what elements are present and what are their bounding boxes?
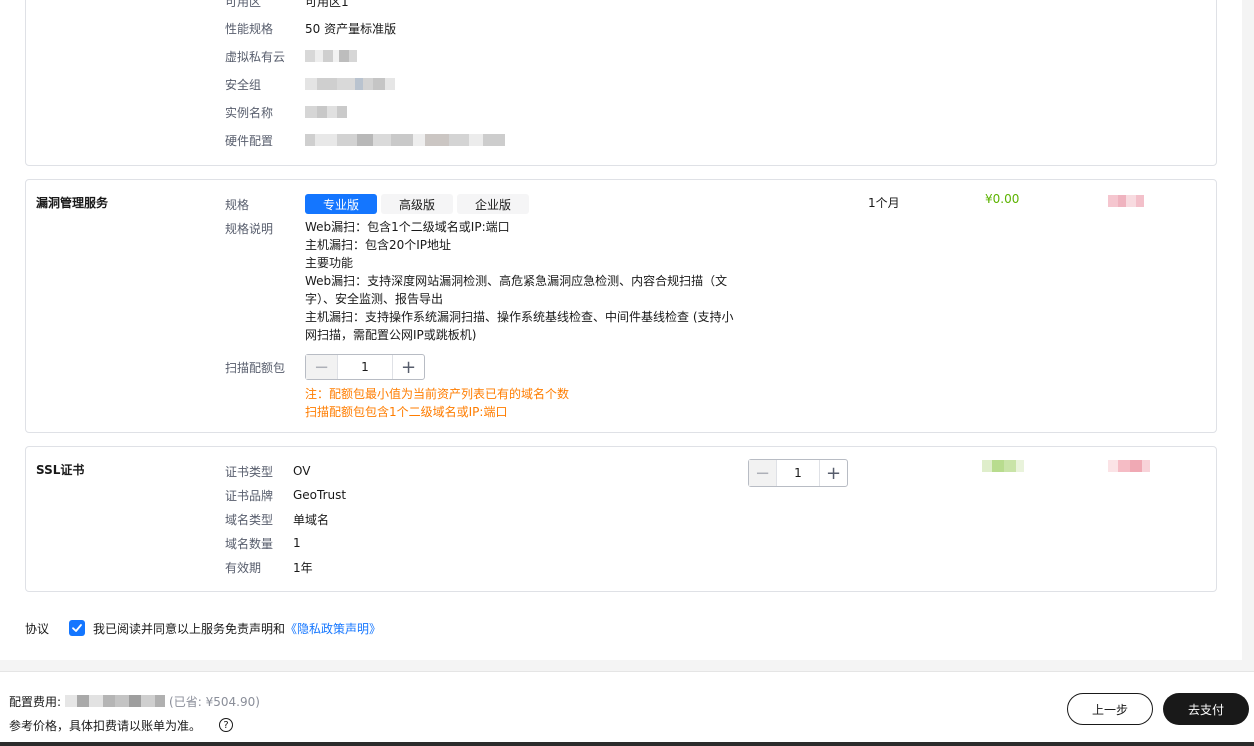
performance-spec-label: 性能规格 (225, 21, 274, 36)
row-zone: 可用区 可用区1 (225, 0, 349, 11)
row-vpc: 虚拟私有云 (225, 46, 357, 66)
zone-label: 可用区 (225, 0, 262, 9)
quota-increment-button[interactable]: + (392, 355, 424, 379)
desc-line: 字）、安全监测、报告导出 (305, 292, 444, 306)
row-instance-name: 实例名称 (225, 102, 347, 122)
agreement-label: 协议 (25, 621, 50, 636)
spec-description: Web漏扫：包含1个二级域名或IP:端口 主机漏扫：包含20个IP地址 主要功能… (305, 218, 745, 344)
vpc-label: 虚拟私有云 (225, 49, 286, 64)
quota-note-min: 注：配额包最小值为当前资产列表已有的域名个数 (305, 387, 570, 401)
ssl-decrement-button[interactable]: − (749, 460, 777, 486)
instance-name-label: 实例名称 (225, 105, 274, 120)
cert-brand-value: GeoTrust (293, 488, 347, 502)
ref-row: 参考价格，具体扣费请以账单为准。 ? (9, 716, 234, 734)
ssl-card-title: SSL证书 (36, 463, 85, 477)
desc-line: 主机漏扫：支持操作系统漏洞扫描、操作系统基线检查、中间件基线检查 (支持小 (305, 310, 734, 324)
vpc-value-blurred (305, 49, 357, 63)
cert-type-label: 证书类型 (225, 464, 274, 479)
domain-count-label: 域名数量 (225, 536, 274, 551)
vuln-management-card: 漏洞管理服务 规格 专业版 高级版 企业版 规格说明 Web漏扫：包含1个二级域… (25, 179, 1217, 433)
vuln-price: ¥0.00 (985, 192, 1020, 206)
desc-line: Web漏扫：包含1个二级域名或IP:端口 (305, 220, 510, 234)
performance-spec-value: 50 资产量标准版 (305, 21, 397, 36)
spec-label: 规格 (225, 197, 250, 212)
ssl-quantity-value[interactable]: 1 (777, 466, 819, 480)
vuln-amount-blurred (1108, 194, 1144, 208)
row-domain-type: 域名类型 单域名 (225, 509, 329, 529)
fee-row: 配置费用: (已省: ¥504.90) (9, 692, 260, 710)
pay-button[interactable]: 去支付 (1163, 693, 1249, 725)
spec-tabs: 专业版 高级版 企业版 (305, 194, 530, 214)
ssl-increment-button[interactable]: + (819, 460, 847, 486)
row-spec-desc-label: 规格说明 (225, 218, 305, 238)
agreement-checkbox[interactable] (69, 620, 86, 636)
security-group-label: 安全组 (225, 77, 262, 92)
cert-brand-label: 证书品牌 (225, 488, 274, 503)
row-security-group: 安全组 (225, 74, 395, 94)
quota-note-content: 扫描配额包包含1个二级域名或IP:端口 (305, 405, 508, 419)
hardware-label: 硬件配置 (225, 133, 274, 148)
quota-value[interactable]: 1 (338, 360, 392, 374)
server-config-card: 可用区 可用区1 性能规格 50 资产量标准版 虚拟私有云 安全组 实例名称 硬… (25, 0, 1217, 166)
desc-line: 主机漏扫：包含20个IP地址 (305, 238, 452, 252)
row-performance-spec: 性能规格 50 资产量标准版 (225, 18, 396, 38)
saved-amount: (已省: ¥504.90) (169, 694, 260, 709)
security-group-value-blurred (305, 77, 395, 91)
validity-label: 有效期 (225, 560, 262, 575)
agreement-text: 我已阅读并同意以上服务免责声明和 (93, 621, 286, 636)
vuln-card-title: 漏洞管理服务 (36, 196, 109, 210)
ssl-price-blurred (982, 459, 1024, 473)
spec-desc-label: 规格说明 (225, 221, 274, 236)
instance-name-value-blurred (305, 105, 347, 119)
ssl-quantity-stepper: − 1 + (748, 459, 848, 487)
zone-value: 可用区1 (305, 0, 349, 9)
row-cert-type: 证书类型 OV (225, 461, 310, 481)
row-validity: 有效期 1年 (225, 557, 313, 577)
privacy-policy-link[interactable]: 《隐私政策声明》 (285, 620, 381, 637)
quota-notes: 注：配额包最小值为当前资产列表已有的域名个数 扫描配额包包含1个二级域名或IP:… (305, 385, 569, 421)
tab-advanced[interactable]: 高级版 (381, 194, 454, 214)
quota-decrement-button[interactable]: − (306, 355, 338, 379)
desc-line: 网扫描，需配置公网IP或跳板机) (305, 328, 477, 342)
domain-count-value: 1 (293, 536, 301, 550)
fee-label: 配置费用: (9, 694, 62, 709)
check-icon (72, 624, 82, 632)
row-domain-count: 域名数量 1 (225, 533, 301, 553)
main-panel: 可用区 可用区1 性能规格 50 资产量标准版 虚拟私有云 安全组 实例名称 硬… (0, 0, 1242, 660)
quota-label: 扫描配额包 (225, 360, 286, 375)
desc-line: 主要功能 (305, 256, 354, 270)
tab-enterprise[interactable]: 企业版 (457, 194, 530, 214)
row-cert-brand: 证书品牌 GeoTrust (225, 485, 346, 505)
previous-step-button[interactable]: 上一步 (1067, 693, 1153, 725)
agreement-row: 协议 我已阅读并同意以上服务免责声明和 《隐私政策声明》 (25, 618, 381, 638)
checkout-footer: 配置费用: (已省: ¥504.90) 参考价格，具体扣费请以账单为准。 ? 上… (0, 671, 1254, 746)
row-hardware: 硬件配置 (225, 130, 505, 150)
hardware-value-blurred (305, 133, 505, 147)
bottom-bar (0, 742, 1254, 746)
ssl-cert-card: SSL证书 证书类型 OV 证书品牌 GeoTrust 域名类型 单域名 域名数… (25, 446, 1217, 592)
domain-type-value: 单域名 (293, 512, 330, 527)
fee-value-blurred (65, 694, 166, 708)
help-icon[interactable]: ? (219, 718, 234, 732)
reference-price-note: 参考价格，具体扣费请以账单为准。 (9, 718, 202, 733)
quota-stepper: − 1 + (305, 354, 425, 380)
desc-line: Web漏扫：支持深度网站漏洞检测、高危紧急漏洞应急检测、内容合规扫描（文 (305, 274, 728, 288)
ssl-amount-blurred (1108, 459, 1150, 473)
row-quota: 扫描配额包 − 1 + (225, 354, 425, 380)
vuln-duration: 1个月 (868, 196, 900, 210)
row-spec: 规格 专业版 高级版 企业版 (225, 194, 530, 214)
validity-value: 1年 (293, 560, 313, 575)
cert-type-value: OV (293, 464, 311, 478)
tab-professional[interactable]: 专业版 (305, 194, 378, 214)
domain-type-label: 域名类型 (225, 512, 274, 527)
